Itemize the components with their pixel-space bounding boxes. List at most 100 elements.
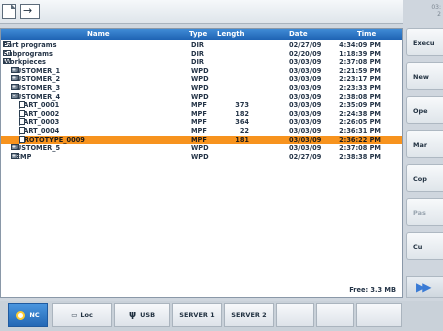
- next-softkey-bar-button[interactable]: ▶▶: [406, 276, 443, 298]
- row-time-cell: 4:34:09 PM: [339, 41, 381, 49]
- file-icon: [19, 135, 25, 143]
- folder-icon: [11, 144, 19, 151]
- row-type-cell: MPF: [191, 135, 207, 144]
- softkey-4[interactable]: Mar: [406, 130, 443, 158]
- row-date-cell: 03/03/09: [289, 75, 322, 84]
- softkey-7[interactable]: Cu: [406, 232, 443, 260]
- row-length-cell: 364: [235, 118, 249, 127]
- row-name-cell: PART_0001: [19, 101, 59, 110]
- folder-icon: [11, 92, 19, 99]
- row-name-cell: PART_0003: [19, 118, 59, 127]
- row-time-cell: 2:26:05 PM: [339, 118, 381, 127]
- table-row[interactable]: PART_0004 MPF 22 03/03/09 2:36:31 PM: [1, 126, 402, 136]
- row-date-cell: 03/03/09: [289, 144, 322, 153]
- row-time-cell: 2:37:08 PM: [339, 58, 381, 67]
- column-header-date[interactable]: Date: [289, 30, 308, 38]
- tab-server-1[interactable]: SERVER 1: [172, 303, 222, 327]
- row-type-cell: WPD: [191, 66, 209, 75]
- row-type-cell: DIR: [191, 49, 205, 58]
- table-row[interactable]: + CUSTOMER_2 WPD 03/03/09 2:23:17 PM: [1, 75, 402, 84]
- usb-icon: ψ: [128, 310, 137, 320]
- row-name-cell: - CUSTOMER_4: [11, 92, 60, 102]
- softkey-3[interactable]: Ope: [406, 96, 443, 124]
- row-type-cell: MPF: [191, 126, 207, 135]
- empty-softkey-3[interactable]: [356, 303, 402, 327]
- folder-icon: [11, 75, 19, 82]
- tab-usb[interactable]: ψ USB: [114, 303, 170, 327]
- row-type-cell: DIR: [191, 58, 205, 67]
- table-row[interactable]: Workpieces DIR 03/03/09 2:37:08 PM: [1, 58, 402, 67]
- row-time-cell: 2:36:22 PM: [339, 135, 381, 144]
- row-date-cell: 02/27/09: [289, 152, 322, 161]
- table-row[interactable]: + CUSTOMER_3 WPD 03/03/09 2:23:33 PM: [1, 83, 402, 93]
- row-type-cell: MPF: [191, 109, 207, 118]
- row-type-cell: WPD: [191, 83, 209, 92]
- table-row[interactable]: PART_0003 MPF 364 03/03/09 2:26:05 PM: [1, 118, 402, 127]
- row-time-cell: 2:21:59 PM: [339, 66, 381, 75]
- table-row[interactable]: Part programs DIR 02/27/09 4:34:09 PM: [1, 41, 402, 50]
- softkey-1[interactable]: Execu: [406, 28, 443, 56]
- row-name-cell: PART_0002: [19, 109, 59, 119]
- tab-server-1-label: SERVER 1: [179, 311, 215, 319]
- row-date-cell: 03/03/09: [289, 101, 322, 110]
- softkey-6[interactable]: Pas: [406, 198, 443, 226]
- status-corner: 03: 2: [409, 4, 443, 24]
- row-date-cell: 03/03/09: [289, 126, 322, 135]
- folder-icon: [11, 83, 19, 90]
- row-time-cell: 2:38:38 PM: [339, 152, 381, 161]
- tab-local-drive[interactable]: ▭ Loc: [52, 303, 112, 327]
- column-header-name[interactable]: Name: [87, 30, 110, 38]
- tab-server-2-label: SERVER 2: [231, 311, 267, 319]
- row-time-cell: 2:35:09 PM: [339, 101, 381, 110]
- row-time-cell: 2:23:17 PM: [339, 75, 381, 84]
- tab-nc[interactable]: NC: [8, 303, 48, 327]
- toolbar: [0, 0, 403, 24]
- folder-icon: [3, 58, 11, 65]
- row-name-cell: PROTOTYPE_0009: [19, 135, 85, 145]
- empty-softkey-2[interactable]: [316, 303, 354, 327]
- folder-icon: [11, 152, 19, 159]
- row-time-cell: 2:38:08 PM: [339, 92, 381, 101]
- folder-icon: [3, 41, 11, 47]
- table-row[interactable]: PART_0002 MPF 182 03/03/09 2:24:38 PM: [1, 109, 402, 119]
- row-length-cell: 181: [235, 135, 249, 144]
- tab-local-label: Loc: [80, 311, 93, 319]
- transfer-icon[interactable]: [20, 4, 40, 19]
- table-row[interactable]: + CUSTOMER_5 WPD 03/03/09 2:37:08 PM: [1, 144, 402, 153]
- row-date-cell: 03/03/09: [289, 83, 322, 92]
- row-name-cell: + CUSTOMER_2: [11, 75, 60, 84]
- row-name-cell: + TEMP: [11, 152, 31, 162]
- tab-server-2[interactable]: SERVER 2: [224, 303, 274, 327]
- table-row[interactable]: + CUSTOMER_1 WPD 03/03/09 2:21:59 PM: [1, 66, 402, 76]
- softkey-2[interactable]: New: [406, 62, 443, 90]
- file-icon: [19, 109, 25, 117]
- tab-nc-label: NC: [29, 311, 40, 319]
- row-time-cell: 2:36:31 PM: [339, 126, 381, 135]
- row-length-cell: 22: [239, 126, 249, 135]
- file-icon: [19, 126, 25, 134]
- table-row[interactable]: - CUSTOMER_4 WPD 03/03/09 2:38:08 PM: [1, 92, 402, 102]
- column-header-time[interactable]: Time: [357, 30, 376, 38]
- column-header-length[interactable]: Length: [217, 30, 245, 38]
- file-icon: [19, 118, 25, 126]
- folder-icon: [3, 49, 11, 56]
- document-icon[interactable]: [2, 4, 16, 19]
- row-time-cell: 2:24:38 PM: [339, 109, 381, 118]
- table-row[interactable]: Subprograms DIR 02/20/09 1:18:39 PM: [1, 49, 402, 59]
- tab-usb-label: USB: [140, 311, 156, 319]
- row-date-cell: 03/03/09: [289, 92, 322, 101]
- softkey-5[interactable]: Cop: [406, 164, 443, 192]
- row-name-cell: + CUSTOMER_3: [11, 83, 60, 93]
- row-time-cell: 2:23:33 PM: [339, 83, 381, 92]
- row-date-cell: 02/27/09: [289, 41, 322, 49]
- program-manager-panel: Name Type Length Date Time Part programs…: [0, 28, 403, 298]
- empty-softkey-1[interactable]: [276, 303, 314, 327]
- row-type-cell: MPF: [191, 101, 207, 110]
- double-arrow-right-icon: ▶▶: [416, 280, 432, 294]
- row-name-label: Part programs: [3, 41, 57, 49]
- column-header-type[interactable]: Type: [189, 30, 207, 38]
- table-row[interactable]: + TEMP WPD 02/27/09 2:38:38 PM: [1, 152, 402, 162]
- bottom-softkey-bar: NC ▭ Loc ψ USB SERVER 1 SERVER 2: [0, 301, 443, 331]
- table-row[interactable]: PART_0001 MPF 373 03/03/09 2:35:09 PM: [1, 101, 402, 110]
- table-row[interactable]: PROTOTYPE_0009 MPF 181 03/03/09 2:36:22 PM: [1, 135, 402, 145]
